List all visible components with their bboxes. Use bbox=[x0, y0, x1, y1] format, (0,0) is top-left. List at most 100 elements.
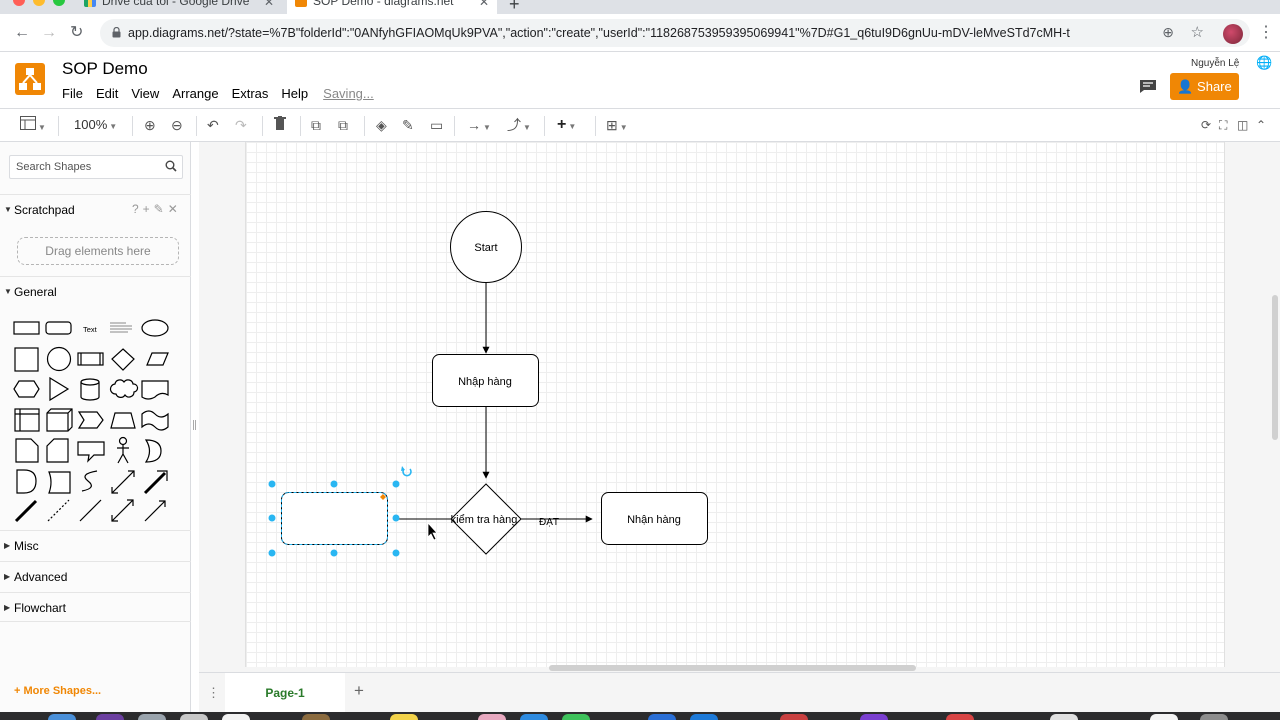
fullscreen-icon[interactable]: ⛶ bbox=[1219, 116, 1227, 134]
card-shape[interactable] bbox=[46, 438, 69, 463]
comments-icon[interactable] bbox=[1139, 79, 1157, 94]
cube-shape[interactable] bbox=[46, 408, 73, 432]
dock-app-icon[interactable] bbox=[520, 714, 548, 720]
browser-menu-icon[interactable]: ⋮ bbox=[1258, 22, 1274, 42]
square-shape[interactable] bbox=[14, 347, 39, 372]
dock-trash-icon[interactable] bbox=[1200, 714, 1228, 720]
flowchart-section[interactable]: ▶ Flowchart bbox=[0, 592, 191, 622]
curve-shape[interactable] bbox=[81, 470, 98, 492]
connection-style-icon[interactable]: → ▼ bbox=[467, 116, 491, 134]
or-shape[interactable] bbox=[144, 439, 162, 463]
dock-app-icon[interactable] bbox=[648, 714, 676, 720]
minimize-window-button[interactable] bbox=[33, 0, 45, 6]
dock-app-icon[interactable] bbox=[138, 714, 166, 720]
profile-avatar[interactable] bbox=[1223, 24, 1243, 44]
dock-app-icon[interactable] bbox=[780, 714, 808, 720]
dock-app-icon[interactable] bbox=[860, 714, 888, 720]
sidebar-splitter[interactable] bbox=[193, 420, 196, 430]
fill-color-icon[interactable]: ◈ bbox=[376, 116, 387, 134]
dock-app-icon[interactable] bbox=[222, 714, 250, 720]
browser-tab-drive[interactable]: Drive của tôi - Google Drive ✕ bbox=[76, 0, 282, 14]
reload-icon[interactable]: ↻ bbox=[70, 24, 83, 42]
dock-app-icon[interactable] bbox=[1050, 714, 1078, 720]
to-back-icon[interactable]: ⧉ bbox=[338, 116, 348, 134]
more-shapes-link[interactable]: + More Shapes... bbox=[14, 685, 101, 697]
ellipse-shape[interactable] bbox=[141, 319, 169, 337]
bidirectional-arrow-shape[interactable] bbox=[111, 470, 135, 494]
triangle-shape[interactable] bbox=[49, 376, 70, 402]
menu-extras[interactable]: Extras bbox=[232, 86, 269, 104]
zoom-select[interactable]: 100% ▼ bbox=[74, 116, 117, 134]
zoom-in-icon[interactable]: ⊕ bbox=[144, 116, 156, 134]
user-name[interactable]: Nguyễn Lệ bbox=[1191, 58, 1239, 69]
add-page-icon[interactable]: + bbox=[354, 681, 364, 701]
page-tab-current[interactable]: Page-1 bbox=[225, 673, 345, 713]
close-tab-icon[interactable]: ✕ bbox=[479, 0, 489, 9]
text-shape[interactable]: Text bbox=[77, 318, 101, 336]
hexagon-shape[interactable] bbox=[13, 380, 40, 398]
delete-icon[interactable] bbox=[274, 116, 286, 134]
waypoints-icon[interactable]: ⤴ ▼ bbox=[507, 116, 531, 134]
thick-line-shape[interactable] bbox=[14, 499, 38, 523]
dock-app-icon[interactable] bbox=[946, 714, 974, 720]
menu-help[interactable]: Help bbox=[281, 86, 308, 104]
sync-icon[interactable]: ⟳ bbox=[1201, 116, 1211, 134]
collapse-icon[interactable]: ⌃ bbox=[1256, 116, 1266, 134]
insert-plus-icon[interactable]: + ▼ bbox=[557, 116, 576, 134]
scratchpad-tools[interactable]: ?+✎✕ bbox=[132, 202, 182, 216]
horizontal-scrollbar[interactable] bbox=[549, 665, 916, 671]
step-shape[interactable] bbox=[77, 411, 104, 429]
maximize-window-button[interactable] bbox=[53, 0, 65, 6]
rectangle-shape[interactable] bbox=[13, 321, 40, 335]
undo-icon[interactable]: ↶ bbox=[207, 116, 219, 134]
dock-app-icon[interactable] bbox=[1150, 714, 1178, 720]
close-window-button[interactable] bbox=[13, 0, 25, 6]
process-shape[interactable] bbox=[77, 352, 104, 366]
zoom-out-icon[interactable]: ⊖ bbox=[171, 116, 183, 134]
back-arrow-icon[interactable]: ← bbox=[14, 24, 30, 42]
parallelogram-shape[interactable] bbox=[146, 352, 169, 366]
edge-label-dat[interactable]: ĐẠT bbox=[539, 517, 559, 528]
install-app-icon[interactable]: ⊕ bbox=[1162, 24, 1174, 41]
circle-shape[interactable] bbox=[46, 346, 72, 372]
format-toggle-icon[interactable]: ◫ bbox=[1237, 116, 1248, 134]
dock-finder-icon[interactable] bbox=[48, 714, 76, 720]
menu-view[interactable]: View bbox=[131, 86, 159, 104]
directional-connector-shape[interactable] bbox=[144, 500, 166, 522]
delay-shape[interactable] bbox=[16, 469, 37, 494]
document-shape[interactable] bbox=[141, 380, 169, 400]
cylinder-shape[interactable] bbox=[80, 378, 100, 401]
selected-shape[interactable] bbox=[281, 492, 388, 545]
dock-app-icon[interactable] bbox=[690, 714, 718, 720]
rounded-rectangle-shape[interactable] bbox=[45, 321, 72, 335]
shadow-icon[interactable]: ▭ bbox=[430, 116, 443, 134]
share-button[interactable]: 👤 Share bbox=[1170, 73, 1239, 100]
search-icon[interactable] bbox=[165, 160, 177, 172]
advanced-section[interactable]: ▶ Advanced bbox=[0, 561, 191, 591]
cloud-shape[interactable] bbox=[109, 379, 139, 398]
trapezoid-shape[interactable] bbox=[110, 412, 136, 429]
arrow-shape[interactable] bbox=[143, 470, 168, 495]
note-shape[interactable] bbox=[15, 438, 39, 463]
bookmark-star-icon[interactable]: ☆ bbox=[1191, 23, 1204, 41]
line-shape[interactable] bbox=[79, 499, 102, 522]
dock-app-icon[interactable] bbox=[180, 714, 208, 720]
menu-edit[interactable]: Edit bbox=[96, 86, 118, 104]
pages-menu-icon[interactable]: ⋮ bbox=[207, 685, 220, 701]
new-tab-icon[interactable]: + bbox=[509, 0, 520, 14]
misc-section[interactable]: ▶ Misc bbox=[0, 530, 191, 560]
dock-app-icon[interactable] bbox=[302, 714, 330, 720]
start-node[interactable]: Start bbox=[450, 211, 522, 283]
redo-icon[interactable]: ↷ bbox=[235, 116, 247, 134]
language-globe-icon[interactable]: 🌐 bbox=[1256, 55, 1272, 71]
vertical-scrollbar[interactable] bbox=[1272, 295, 1278, 440]
dock-messages-icon[interactable] bbox=[562, 714, 590, 720]
to-front-icon[interactable]: ⧉ bbox=[311, 116, 321, 134]
bidirectional-connector-shape[interactable] bbox=[111, 499, 134, 522]
callout-shape[interactable] bbox=[77, 441, 105, 463]
data-storage-shape[interactable] bbox=[48, 471, 71, 494]
search-shapes-input[interactable]: Search Shapes bbox=[9, 155, 183, 179]
internal-storage-shape[interactable] bbox=[14, 408, 40, 432]
rotate-handle-icon[interactable] bbox=[401, 466, 412, 477]
nhap-hang-node[interactable]: Nhập hàng bbox=[432, 354, 539, 407]
